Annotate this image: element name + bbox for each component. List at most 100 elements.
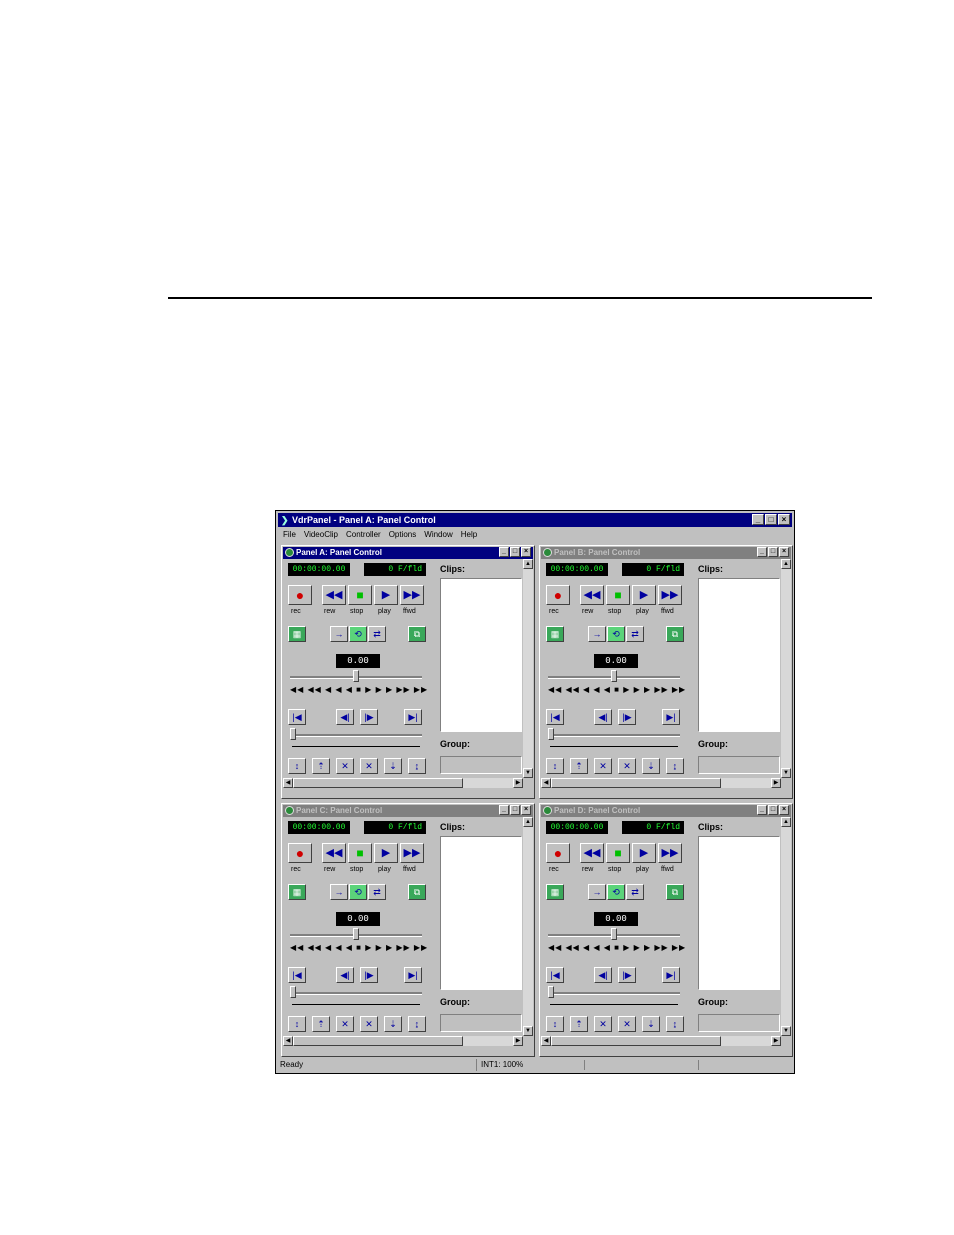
app-titlebar[interactable]: ❯ VdrPanel - Panel A: Panel Control _ □ … [278,513,792,527]
step-forward-button[interactable]: |▶ [618,967,636,983]
rewind-button[interactable]: ◀◀ [580,585,604,605]
panel-close-button[interactable]: × [779,805,789,815]
step-forward-button[interactable]: |▶ [618,709,636,725]
position-slider-track[interactable] [548,734,680,737]
scroll-left-arrow-icon[interactable]: ◀ [283,1036,293,1046]
group-field[interactable] [440,1014,522,1032]
mark-button[interactable]: ↕ [546,758,564,774]
scroll-up-arrow-icon[interactable]: ▲ [523,559,533,569]
play-button[interactable]: ▶ [632,843,656,863]
position-slider-thumb[interactable] [548,728,554,740]
panel-minimize-button[interactable]: _ [499,547,509,557]
step-back-button[interactable]: ◀| [594,967,612,983]
panel-close-button[interactable]: × [779,547,789,557]
panel-minimize-button[interactable]: _ [757,547,767,557]
panel-close-button[interactable]: × [521,805,531,815]
maximize-button[interactable]: □ [765,514,777,525]
stop-button[interactable]: ■ [348,585,372,605]
group-field[interactable] [698,756,780,774]
play-button[interactable]: ▶ [632,585,656,605]
horizontal-scroll-thumb[interactable] [551,1036,721,1046]
panel-close-button[interactable]: × [521,547,531,557]
menu-controller[interactable]: Controller [346,528,381,542]
sync-button[interactable]: ⧉ [666,626,684,642]
panel-titlebar[interactable]: Panel C: Panel Control _ □ × [283,805,533,817]
fast-forward-button[interactable]: ▶▶ [400,585,424,605]
scroll-up-arrow-icon[interactable]: ▲ [781,559,791,569]
goto-start-button[interactable]: |◀ [546,967,564,983]
position-slider-track[interactable] [290,992,422,995]
play-once-button[interactable]: → [330,626,348,642]
menu-options[interactable]: Options [389,528,417,542]
clips-list[interactable] [698,836,780,990]
vertical-scrollbar[interactable]: ▲ ▼ [523,817,533,1036]
group-field[interactable] [698,1014,780,1032]
sync-button[interactable]: ⧉ [408,884,426,900]
loop-button[interactable]: ⟲ [607,626,625,642]
loop-button[interactable]: ⟲ [349,626,367,642]
horizontal-scroll-thumb[interactable] [293,778,463,788]
bounce-button[interactable]: ⇄ [626,626,644,642]
field-mode-button[interactable]: ▦ [288,626,306,642]
step-forward-button[interactable]: |▶ [360,709,378,725]
scroll-down-arrow-icon[interactable]: ▼ [523,1026,533,1036]
play-once-button[interactable]: → [588,884,606,900]
menu-file[interactable]: File [283,528,296,542]
position-slider-track[interactable] [290,734,422,737]
scroll-right-arrow-icon[interactable]: ▶ [771,1036,781,1046]
position-slider-thumb[interactable] [290,986,296,998]
loop-button[interactable]: ⟲ [349,884,367,900]
scroll-left-arrow-icon[interactable]: ◀ [541,778,551,788]
vertical-scrollbar[interactable]: ▲ ▼ [781,817,791,1036]
close-button[interactable]: × [778,514,790,525]
minimize-button[interactable]: _ [752,514,764,525]
panel-minimize-button[interactable]: _ [499,805,509,815]
mark-button[interactable]: ⇡ [312,758,330,774]
goto-start-button[interactable]: |◀ [288,709,306,725]
mark-button[interactable]: ↨ [666,1016,684,1032]
mark-button[interactable]: ⇡ [312,1016,330,1032]
mark-button[interactable]: ✕ [360,758,378,774]
field-mode-button[interactable]: ▦ [546,884,564,900]
scroll-down-arrow-icon[interactable]: ▼ [781,768,791,778]
play-once-button[interactable]: → [330,884,348,900]
mark-button[interactable]: ✕ [336,758,354,774]
panel-maximize-button[interactable]: □ [510,805,520,815]
scroll-right-arrow-icon[interactable]: ▶ [513,778,523,788]
rewind-button[interactable]: ◀◀ [580,843,604,863]
position-slider-thumb[interactable] [548,986,554,998]
horizontal-scrollbar[interactable]: ◀ ▶ [283,778,523,788]
panel-minimize-button[interactable]: _ [757,805,767,815]
scroll-up-arrow-icon[interactable]: ▲ [523,817,533,827]
panel-titlebar[interactable]: Panel D: Panel Control _ □ × [541,805,791,817]
fast-forward-button[interactable]: ▶▶ [400,843,424,863]
scroll-up-arrow-icon[interactable]: ▲ [781,817,791,827]
stop-button[interactable]: ■ [606,843,630,863]
mark-button[interactable]: ⇣ [384,758,402,774]
step-back-button[interactable]: ◀| [336,967,354,983]
stop-button[interactable]: ■ [348,843,372,863]
panel-maximize-button[interactable]: □ [768,805,778,815]
horizontal-scrollbar[interactable]: ◀ ▶ [283,1036,523,1046]
mark-button[interactable]: ⇣ [642,758,660,774]
rewind-button[interactable]: ◀◀ [322,585,346,605]
scroll-right-arrow-icon[interactable]: ▶ [513,1036,523,1046]
mark-button[interactable]: ↕ [288,758,306,774]
goto-start-button[interactable]: |◀ [546,709,564,725]
mark-button[interactable]: ↨ [666,758,684,774]
position-slider-thumb[interactable] [290,728,296,740]
horizontal-scroll-thumb[interactable] [293,1036,463,1046]
panel-maximize-button[interactable]: □ [768,547,778,557]
rewind-button[interactable]: ◀◀ [322,843,346,863]
play-once-button[interactable]: → [588,626,606,642]
speed-slider-thumb[interactable] [611,670,617,682]
mark-button[interactable]: ✕ [618,1016,636,1032]
clips-list[interactable] [440,578,522,732]
mark-button[interactable]: ↨ [408,1016,426,1032]
bounce-button[interactable]: ⇄ [626,884,644,900]
record-button[interactable]: ● [288,585,312,605]
clips-list[interactable] [440,836,522,990]
menu-help[interactable]: Help [461,528,477,542]
play-button[interactable]: ▶ [374,585,398,605]
speed-slider-thumb[interactable] [611,928,617,940]
